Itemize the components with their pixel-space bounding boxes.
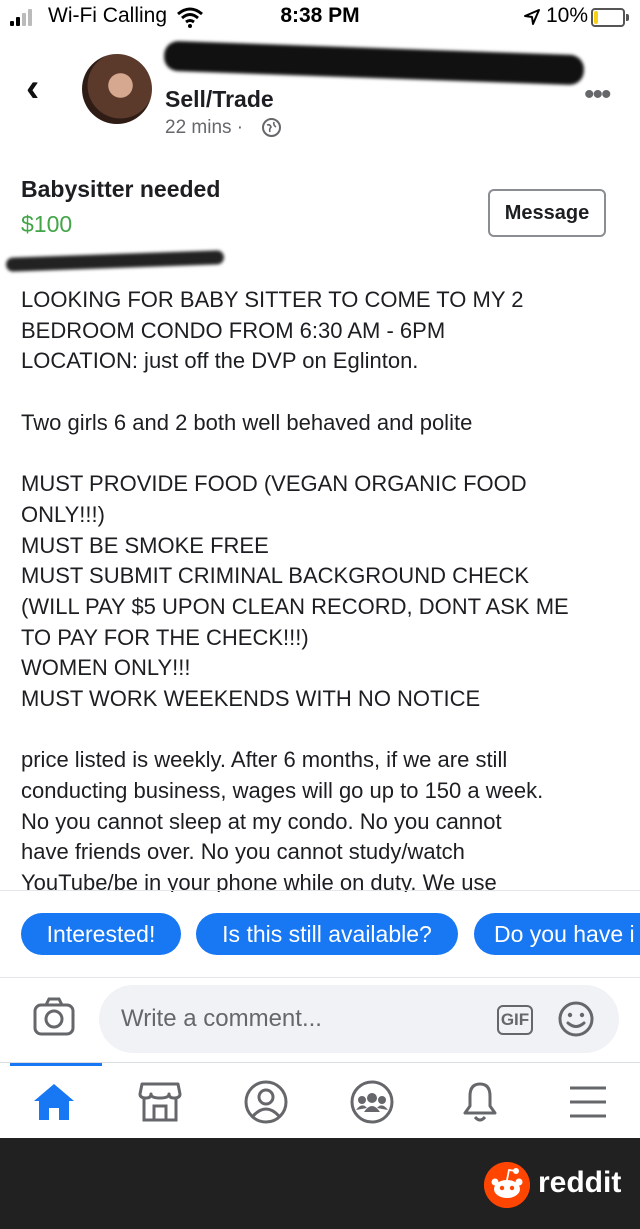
avatar[interactable]	[82, 54, 152, 124]
description-line: price listed is weekly. After 6 months, …	[21, 747, 508, 773]
listing-description: LOOKING FOR BABY SITTER TO COME TO MY 2 …	[21, 285, 621, 892]
notifications-icon[interactable]	[456, 1078, 504, 1126]
listing-title: Babysitter needed	[21, 176, 221, 202]
quick-replies: Interested! Is this still available? Do …	[0, 890, 640, 978]
description-line: BEDROOM CONDO FROM 6:30 AM - 6PM	[21, 317, 446, 343]
marketplace-icon[interactable]	[136, 1078, 184, 1126]
description-line: MUST PROVIDE FOOD (VEGAN ORGANIC FOOD	[21, 471, 527, 497]
description-line: Two girls 6 and 2 both well behaved and …	[21, 409, 473, 435]
description-line: (WILL PAY $5 UPON CLEAN RECORD, DONT ASK…	[21, 593, 569, 619]
quick-reply-available[interactable]: Is this still available?	[196, 913, 458, 955]
description-line: TO PAY FOR THE CHECK!!!)	[21, 624, 309, 650]
description-line: conducting business, wages will go up to…	[21, 778, 544, 803]
description-line: MUST SUBMIT CRIMINAL BACKGROUND CHECK	[21, 563, 530, 589]
groups-icon[interactable]	[348, 1078, 396, 1126]
description-line: MUST BE SMOKE FREE	[21, 532, 269, 558]
description-line: WOMEN ONLY!!!	[21, 655, 191, 681]
battery-icon	[591, 8, 629, 27]
description-line: have friends over. No you cannot study/w…	[21, 839, 465, 865]
reddit-watermark: reddit	[0, 1138, 640, 1229]
comment-input[interactable]: Write a comment... GIF	[99, 985, 619, 1053]
description-line: LOCATION: just off the DVP on Eglinton.	[21, 348, 419, 374]
status-bar: Wi-Fi Calling 8:38 PM 10%	[0, 0, 640, 36]
listing-price: $100	[21, 211, 73, 237]
description-line	[21, 377, 621, 408]
description-line: No you cannot sleep at my condo. No you …	[21, 808, 502, 834]
description-line: YouTube/be in your phone while on duty. …	[21, 870, 497, 892]
group-name[interactable]: Sell/Trade	[165, 86, 274, 113]
description-line: ONLY!!!)	[21, 501, 105, 527]
bottom-nav	[0, 1062, 640, 1139]
active-tab-indicator	[10, 1063, 102, 1066]
quick-reply-interested[interactable]: Interested!	[21, 913, 181, 955]
comment-placeholder: Write a comment...	[121, 1005, 322, 1032]
home-icon[interactable]	[30, 1078, 78, 1126]
description-line: MUST WORK WEEKENDS WITH NO NOTICE	[21, 685, 481, 711]
profile-icon[interactable]	[242, 1078, 290, 1126]
more-options-icon[interactable]: •••	[584, 78, 611, 112]
clock: 8:38 PM	[280, 4, 360, 27]
camera-icon[interactable]	[33, 997, 75, 1037]
menu-icon[interactable]	[564, 1078, 612, 1126]
post-time: 22 mins ·	[165, 117, 244, 138]
redacted-name	[163, 40, 585, 86]
back-icon[interactable]: ‹	[26, 68, 39, 108]
reddit-wordmark: reddit	[538, 1166, 622, 1199]
description-line: LOOKING FOR BABY SITTER TO COME TO MY 2	[21, 287, 524, 312]
battery-percent: 10%	[546, 4, 589, 27]
redacted-location	[5, 250, 225, 272]
description-line	[21, 715, 621, 746]
location-arrow-icon	[524, 9, 540, 25]
gif-button[interactable]: GIF	[497, 1005, 533, 1035]
reddit-logo-icon	[484, 1162, 530, 1208]
message-button[interactable]: Message	[488, 189, 606, 237]
description-line	[21, 438, 621, 469]
quick-reply-do-you-have[interactable]: Do you have i	[474, 913, 640, 955]
emoji-icon[interactable]	[557, 1000, 595, 1038]
globe-icon	[262, 118, 281, 137]
